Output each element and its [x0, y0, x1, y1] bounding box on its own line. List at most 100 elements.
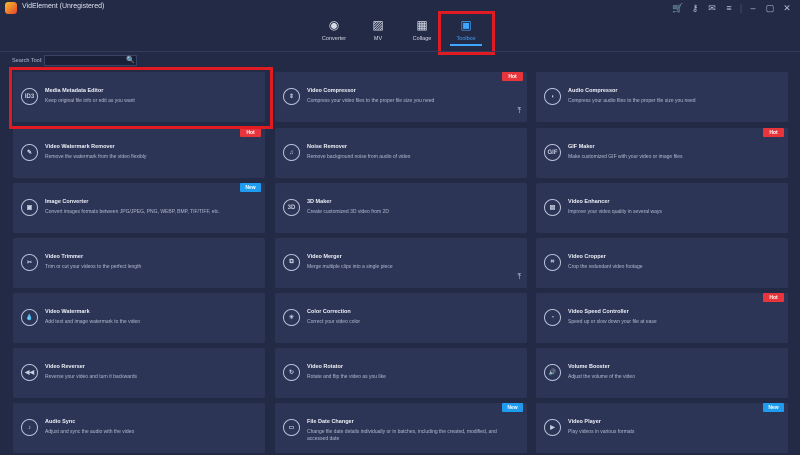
maximize-icon[interactable]: ▢	[763, 2, 777, 14]
tool-card-video-watermark[interactable]: 💧 Video Watermark Add text and image water…	[13, 293, 265, 343]
enhance-icon: ▤	[544, 199, 561, 216]
pin-icon[interactable]: ⤒	[517, 106, 521, 116]
image-convert-icon: ▣	[21, 199, 38, 216]
close-icon[interactable]: ✕	[780, 2, 794, 14]
tool-title: Video Watermark Remover	[45, 144, 115, 150]
collage-icon: ▦	[416, 18, 428, 32]
new-badge: New	[502, 403, 523, 412]
tool-description: Speed up or slow down your file at ease	[568, 319, 657, 325]
tool-title: Video Player	[568, 419, 601, 425]
search-icon[interactable]: 🔍	[126, 56, 135, 64]
tool-description: Adjust and sync the audio with the video	[45, 429, 135, 435]
3d-icon: 3D	[283, 199, 300, 216]
app-logo-icon	[5, 2, 17, 14]
tab-label: Converter	[321, 36, 347, 42]
compress-icon: ⇕	[283, 88, 300, 105]
tool-description: Convert images formats between JPG/JPEG,…	[45, 209, 220, 215]
hot-badge: Hot	[240, 128, 261, 137]
tool-description: Trim or cut your videos to the perfect l…	[45, 264, 142, 270]
tool-title: Noise Remover	[307, 144, 348, 150]
rotate-icon: ↻	[283, 364, 300, 381]
tool-description: Remove the watermark from the video flex…	[45, 154, 147, 160]
tool-title: Audio Compressor	[568, 88, 618, 94]
watermark-icon: 💧	[21, 309, 38, 326]
mv-icon: ▨	[372, 18, 384, 32]
color-icon: ☀	[283, 309, 300, 326]
tool-title: 3D Maker	[307, 199, 332, 205]
tool-title: Video Merger	[307, 254, 342, 260]
tool-card-color-correction[interactable]: ☀ Color Correction Correct your video colo…	[275, 293, 527, 343]
file-date-icon: ▭	[283, 419, 300, 436]
tool-card-video-speed-controller[interactable]: ◔ Video Speed Controller Speed up or slow …	[536, 293, 788, 343]
search-label: Search Tool:	[12, 58, 43, 64]
tool-card-volume-booster[interactable]: 🔊 Volume Booster Adjust the volume of the …	[536, 348, 788, 398]
tool-card-audio-compressor[interactable]: ◖ Audio Compressor Compress your audio fil…	[536, 72, 788, 122]
tool-description: Compress your video files to the proper …	[307, 98, 435, 104]
hot-badge: Hot	[502, 72, 523, 81]
window-controls: 🛒 ⚷ ✉ ≡ | – ▢ ✕	[671, 2, 794, 14]
crop-icon: ⌗	[544, 254, 561, 271]
audio-sync-icon: ♪	[21, 419, 38, 436]
tool-title: Image Converter	[45, 199, 89, 205]
tool-card-video-reverser[interactable]: ◀◀ Video Reverser Reverse your video and t…	[13, 348, 265, 398]
tool-description: Remove background noise from audio of vi…	[307, 154, 411, 160]
tool-card-video-trimmer[interactable]: ✂ Video Trimmer Trim or cut your videos to…	[13, 238, 265, 288]
tool-card-video-rotator[interactable]: ↻ Video Rotator Rotate and flip the video …	[275, 348, 527, 398]
tool-card-gif-maker[interactable]: GIF GIF Maker Make customized GIF with you…	[536, 128, 788, 178]
tool-title: File Date Changer	[307, 419, 354, 425]
tab-label: MV	[373, 36, 383, 42]
tool-card-video-player[interactable]: ▶ Video Player Play videos in various form…	[536, 403, 788, 453]
tool-title: Color Correction	[307, 309, 351, 315]
reverse-icon: ◀◀	[21, 364, 38, 381]
tool-description: Adjust the volume of the video	[568, 374, 635, 380]
tool-description: Change file date details individually or…	[307, 429, 497, 442]
nav-divider	[0, 51, 800, 52]
converter-icon: ◉	[328, 18, 340, 32]
tool-card-audio-sync[interactable]: ♪ Audio Sync Adjust and sync the audio wit…	[13, 403, 265, 453]
tab-converter[interactable]: ◉ Converter	[312, 16, 356, 46]
tool-title: GIF Maker	[568, 144, 595, 150]
feedback-icon[interactable]: ✉	[705, 2, 719, 14]
tool-card-image-converter[interactable]: ▣ Image Converter Convert images formats b…	[13, 183, 265, 233]
tool-title: Audio Sync	[45, 419, 76, 425]
tool-description: Improve your video quality in several wa…	[568, 209, 662, 215]
cart-icon[interactable]: 🛒	[671, 2, 685, 14]
tool-title: Video Watermark	[45, 309, 90, 315]
tool-card-video-merger[interactable]: ⧉ Video Merger Merge multiple clips into a…	[275, 238, 527, 288]
tool-description: Create customized 3D video from 2D	[307, 209, 389, 215]
trim-icon: ✂	[21, 254, 38, 271]
tool-description: Play videos in various formats	[568, 429, 635, 435]
new-badge: New	[763, 403, 784, 412]
search-input[interactable]	[44, 55, 137, 66]
tab-label: Collage	[412, 36, 432, 42]
tool-title: Video Trimmer	[45, 254, 84, 260]
tool-card-video-enhancer[interactable]: ▤ Video Enhancer Improve your video qualit…	[536, 183, 788, 233]
main-nav: ◉ Converter ▨ MV ▦ Collage ▣ Toolbox	[0, 16, 800, 46]
app-title: VidElement (Unregistered)	[22, 3, 105, 10]
tool-description: Merge multiple clips into a single piece	[307, 264, 393, 270]
audio-compress-icon: ◖	[544, 88, 561, 105]
tool-title: Video Compressor	[307, 88, 356, 94]
tool-card-file-date-changer[interactable]: ▭ File Date Changer Change file date detai…	[275, 403, 527, 453]
tool-title: Video Speed Controller	[568, 309, 629, 315]
noise-icon: ♫	[283, 144, 300, 161]
tool-card-video-watermark-remover[interactable]: ✎ Video Watermark Remover Remove the water…	[13, 128, 265, 178]
key-icon[interactable]: ⚷	[688, 2, 702, 14]
tool-card-video-compressor[interactable]: ⇕ Video Compressor Compress your video fil…	[275, 72, 527, 122]
tool-title: Video Enhancer	[568, 199, 610, 205]
minimize-icon[interactable]: –	[746, 2, 760, 14]
tool-description: Crop the redundant video footage	[568, 264, 643, 270]
tool-title: Volume Booster	[568, 364, 610, 370]
tool-description: Rotate and flip the video as you like	[307, 374, 386, 380]
player-icon: ▶	[544, 419, 561, 436]
tool-card-noise-remover[interactable]: ♫ Noise Remover Remove background noise fr…	[275, 128, 527, 178]
volume-icon: 🔊	[544, 364, 561, 381]
highlight-box-metadata-editor	[9, 67, 273, 129]
menu-icon[interactable]: ≡	[722, 2, 736, 14]
hot-badge: Hot	[763, 293, 784, 302]
tool-card-3d-maker[interactable]: 3D 3D Maker Create customized 3D video fro…	[275, 183, 527, 233]
tool-card-video-cropper[interactable]: ⌗ Video Cropper Crop the redundant video f…	[536, 238, 788, 288]
tab-mv[interactable]: ▨ MV	[356, 16, 400, 46]
watermark-remove-icon: ✎	[21, 144, 38, 161]
pin-icon[interactable]: ⤒	[517, 272, 521, 282]
